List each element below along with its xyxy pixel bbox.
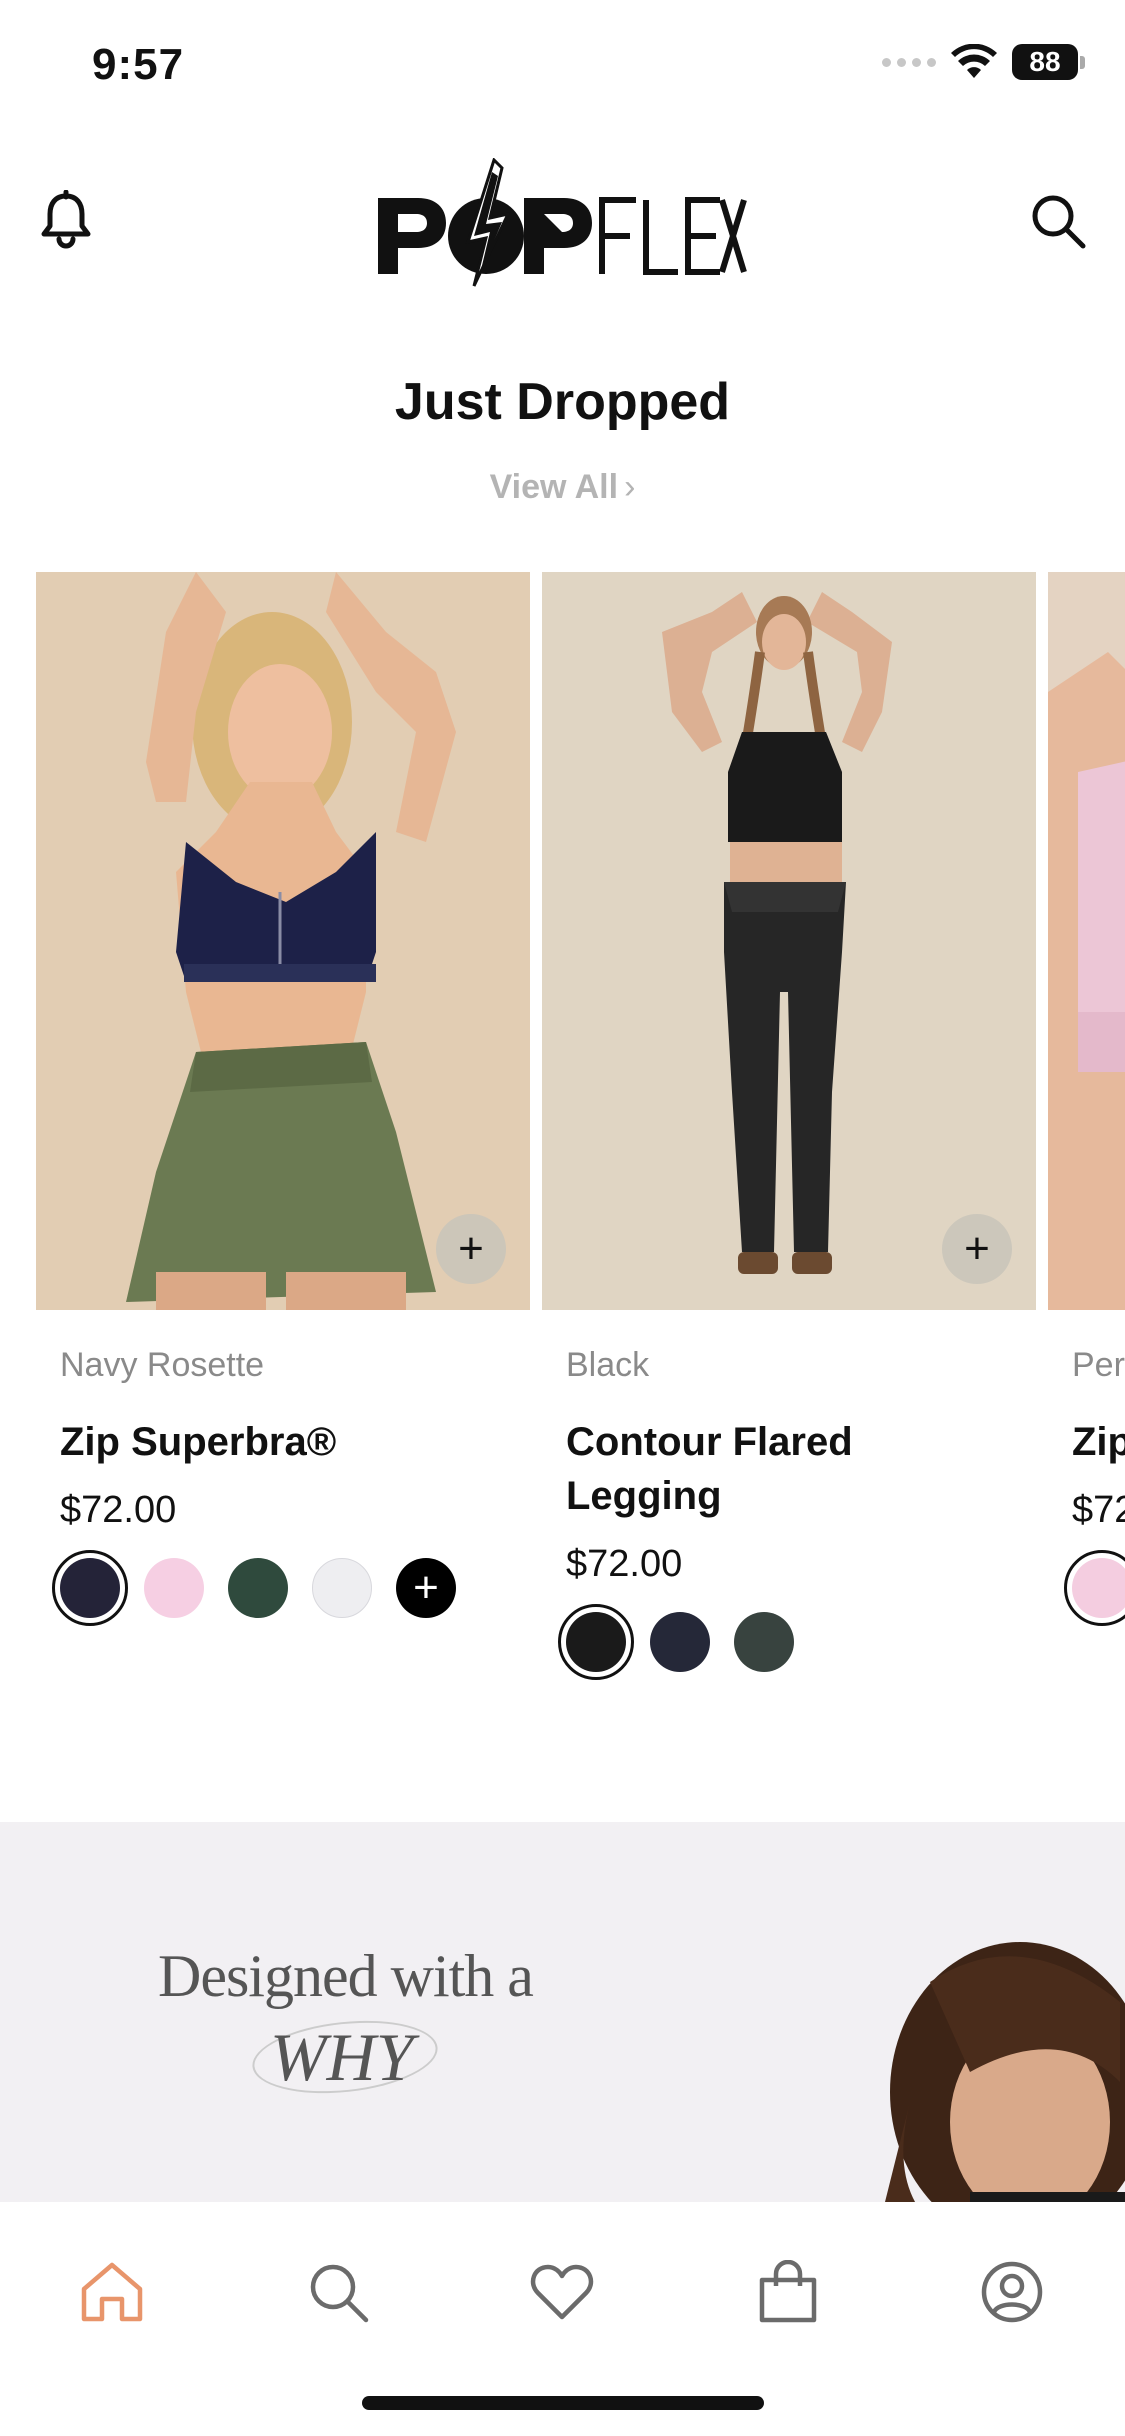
promo-banner[interactable]: Designed with a WHY (0, 1822, 1125, 2202)
product-color-name: Black (566, 1346, 650, 1384)
product-price: $72.00 (60, 1489, 177, 1531)
product-image[interactable]: + (542, 572, 1036, 1310)
color-swatches (558, 1604, 1012, 1680)
banner-headline: Designed with a (158, 1943, 534, 2009)
product-card[interactable]: Per Zip $72 (1048, 572, 1125, 1626)
banner-headline-accent: WHY (270, 2019, 414, 2095)
quick-add-button[interactable]: + (942, 1214, 1012, 1284)
color-swatch[interactable] (312, 1558, 372, 1618)
product-image[interactable]: + (36, 572, 530, 1310)
color-swatch[interactable] (144, 1558, 204, 1618)
model-photo (1048, 572, 1125, 1310)
heart-icon (530, 2264, 594, 2320)
section-title: Just Dropped (394, 373, 731, 431)
color-swatch[interactable] (558, 1604, 634, 1680)
tab-home[interactable] (72, 2252, 152, 2332)
product-carousel[interactable]: + Navy Rosette Zip Superbra® $72.00 + + … (0, 572, 1125, 1722)
home-icon (81, 2262, 143, 2322)
product-name[interactable]: Contour Flared Legging (566, 1415, 1012, 1523)
product-name[interactable]: Zip Superbra® (60, 1415, 506, 1469)
color-swatch[interactable] (52, 1550, 128, 1626)
more-colors-button[interactable]: + (396, 1558, 456, 1618)
wifi-icon (951, 44, 997, 78)
color-swatches: + (52, 1550, 506, 1626)
bag-icon (759, 2260, 817, 2323)
product-card[interactable]: + Black Contour Flared Legging $72.00 (542, 572, 1036, 1680)
profile-icon (981, 2261, 1043, 2323)
search-icon[interactable] (1029, 192, 1087, 250)
view-all-link[interactable]: View All › (0, 468, 1125, 507)
product-color-name: Per (1072, 1346, 1125, 1384)
tab-search[interactable] (298, 2252, 378, 2332)
product-card[interactable]: + Navy Rosette Zip Superbra® $72.00 + (36, 572, 530, 1626)
status-bar: 9:57 88 (0, 0, 1125, 140)
battery-icon: 88 (1012, 44, 1085, 80)
product-image[interactable] (1048, 572, 1125, 1310)
color-swatch[interactable] (228, 1558, 288, 1618)
color-swatches (1064, 1550, 1125, 1626)
product-price: $72 (1072, 1489, 1125, 1531)
banner-model-photo (885, 1942, 1125, 2202)
chevron-right-icon: › (624, 468, 636, 506)
status-indicators: 88 (882, 44, 1085, 80)
quick-add-button[interactable]: + (436, 1214, 506, 1284)
view-all-label: View All (489, 468, 619, 506)
color-swatch[interactable] (1064, 1550, 1125, 1626)
product-color-name: Navy Rosette (60, 1346, 265, 1384)
tab-bag[interactable] (748, 2252, 828, 2332)
product-price: $72.00 (566, 1543, 683, 1585)
search-icon (310, 2264, 369, 2323)
model-photo (36, 572, 530, 1310)
model-photo (542, 572, 1036, 1310)
color-swatch[interactable] (650, 1612, 710, 1672)
product-name[interactable]: Zip (1072, 1415, 1125, 1469)
tab-profile[interactable] (972, 2252, 1052, 2332)
bell-icon[interactable] (38, 190, 94, 250)
tab-favorites[interactable] (522, 2252, 602, 2332)
battery-level: 88 (1012, 44, 1078, 80)
status-time: 9:57 (92, 40, 185, 89)
color-swatch[interactable] (734, 1612, 794, 1672)
home-indicator[interactable] (362, 2396, 764, 2410)
popflex-logo[interactable] (374, 158, 750, 288)
bottom-tab-bar (0, 2202, 1125, 2436)
app-header (0, 140, 1125, 300)
cellular-signal-icon (882, 57, 936, 67)
